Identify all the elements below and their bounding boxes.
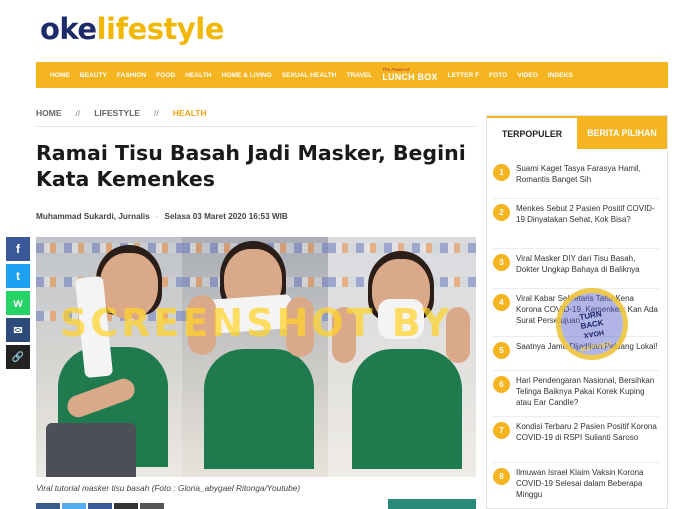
facebook-icon: f: [16, 242, 20, 256]
nav-travel[interactable]: TRAVEL: [346, 72, 372, 79]
lunch-box-label: LUNCH BOX: [382, 71, 438, 82]
article-author[interactable]: Muhammad Sukardi, Jurnalis: [36, 212, 150, 221]
rank-badge: 5: [493, 342, 510, 359]
image-panel-2: [182, 237, 328, 477]
nav-video[interactable]: VIDEO: [517, 72, 538, 79]
sidebar-tabs: TERPOPULER BERITA PILIHAN: [487, 116, 667, 149]
rank-badge: 8: [493, 468, 510, 485]
image-panel-3: [328, 237, 476, 477]
link-icon: 🔗: [11, 351, 25, 363]
nav-letter-f[interactable]: LETTER F: [448, 72, 480, 79]
strip-block: [36, 503, 60, 509]
person-body: [352, 349, 462, 469]
facebook-share-button[interactable]: f: [6, 237, 30, 261]
mail-icon: ✉: [13, 324, 23, 337]
article-date: Selasa 03 Maret 2020 16:53 WIB: [164, 212, 288, 221]
site-logo[interactable]: okelifestyle: [40, 12, 224, 46]
copy-link-button[interactable]: 🔗: [6, 345, 30, 369]
list-item-title: Kondisi Terbaru 2 Pasien Positif Korona …: [516, 422, 657, 442]
breadcrumb-lifestyle[interactable]: LIFESTYLE: [94, 108, 140, 118]
rank-badge: 3: [493, 254, 510, 271]
nav-home-living[interactable]: HOME & LIVING: [222, 72, 272, 79]
twitter-share-button[interactable]: t: [6, 264, 30, 288]
person-skirt: [46, 423, 136, 477]
share-bar: f t w ✉ 🔗: [6, 237, 30, 369]
strip-block: [114, 503, 138, 509]
list-item-title: Menkes Sebut 2 Pasien Positif COVID-19 D…: [516, 204, 655, 224]
logo-part-oke: oke: [40, 12, 97, 46]
list-item[interactable]: 7 Kondisi Terbaru 2 Pasien Positif Koron…: [493, 417, 659, 463]
list-item[interactable]: 8 Ilmuwan Israel Klaim Vaksin Korona COV…: [493, 463, 659, 509]
image-caption: Viral tutorial masker tisu basah (Foto :…: [36, 483, 301, 493]
list-item-title: Suami Kaget Tasya Farasya Hamil, Romanti…: [516, 164, 641, 184]
list-item[interactable]: 2 Menkes Sebut 2 Pasien Positif COVID-19…: [493, 199, 659, 249]
breadcrumb-health[interactable]: HEALTH: [173, 108, 207, 118]
image-panel-1: [36, 237, 182, 477]
byline-separator: ·: [155, 212, 159, 221]
page: okelifestyle HOME BEAUTY FASHION FOOD HE…: [0, 0, 678, 509]
tab-berita-pilihan[interactable]: BERITA PILIHAN: [577, 116, 667, 149]
breadcrumb: HOME // LIFESTYLE // HEALTH: [36, 108, 207, 118]
logo-part-lifestyle: lifestyle: [96, 12, 225, 46]
nav-beauty[interactable]: BEAUTY: [80, 72, 107, 79]
twitter-icon: t: [16, 269, 20, 283]
ad-block[interactable]: [388, 499, 476, 509]
strip-block: [88, 503, 112, 509]
breadcrumb-home[interactable]: HOME: [36, 108, 62, 118]
nav-home[interactable]: HOME: [50, 72, 70, 79]
rank-badge: 7: [493, 422, 510, 439]
main-nav: HOME BEAUTY FASHION FOOD HEALTH HOME & L…: [36, 62, 668, 88]
nav-foto[interactable]: FOTO: [489, 72, 507, 79]
rank-badge: 1: [493, 164, 510, 181]
nav-sexual-health[interactable]: SEXUAL HEALTH: [282, 72, 337, 79]
list-item[interactable]: 3 Viral Masker DIY dari Tisu Basah, Dokt…: [493, 249, 659, 289]
person-body: [204, 349, 314, 469]
nav-indeks[interactable]: INDEKS: [548, 72, 573, 79]
breadcrumb-separator: //: [154, 108, 159, 118]
email-share-button[interactable]: ✉: [6, 318, 30, 342]
nav-fashion[interactable]: FASHION: [117, 72, 146, 79]
rank-badge: 2: [493, 204, 510, 221]
breadcrumb-separator: //: [75, 108, 81, 118]
strip-block: [140, 503, 164, 509]
list-item-title: Hari Pendengaran Nasional, Bersihkan Tel…: [516, 376, 655, 407]
whatsapp-icon: w: [13, 296, 23, 310]
nav-health[interactable]: HEALTH: [185, 72, 211, 79]
article-hero-image: SCREENSHOT BY: [36, 237, 476, 477]
rank-badge: 4: [493, 294, 510, 311]
article-title: Ramai Tisu Basah Jadi Masker, Begini Kat…: [36, 141, 466, 191]
article-byline: Muhammad Sukardi, Jurnalis · Selasa 03 M…: [36, 212, 288, 221]
list-item[interactable]: 6 Hari Pendengaran Nasional, Bersihkan T…: [493, 371, 659, 417]
tab-terpopuler[interactable]: TERPOPULER: [487, 116, 577, 149]
list-item-title: Ilmuwan Israel Klaim Vaksin Korona COVID…: [516, 468, 644, 499]
nav-food[interactable]: FOOD: [156, 72, 175, 79]
nav-lunch-box[interactable]: The Power of LUNCH BOX: [382, 68, 437, 82]
list-item[interactable]: 1 Suami Kaget Tasya Farasya Hamil, Roman…: [493, 159, 659, 199]
stamp-ring-text: MAFINDO: [580, 341, 613, 354]
screenshot-watermark: SCREENSHOT BY: [59, 301, 453, 345]
strip-block: [62, 503, 86, 509]
rank-badge: 6: [493, 376, 510, 393]
whatsapp-share-button[interactable]: w: [6, 291, 30, 315]
divider: [36, 126, 476, 127]
list-item-title: Viral Masker DIY dari Tisu Basah, Dokter…: [516, 254, 640, 274]
